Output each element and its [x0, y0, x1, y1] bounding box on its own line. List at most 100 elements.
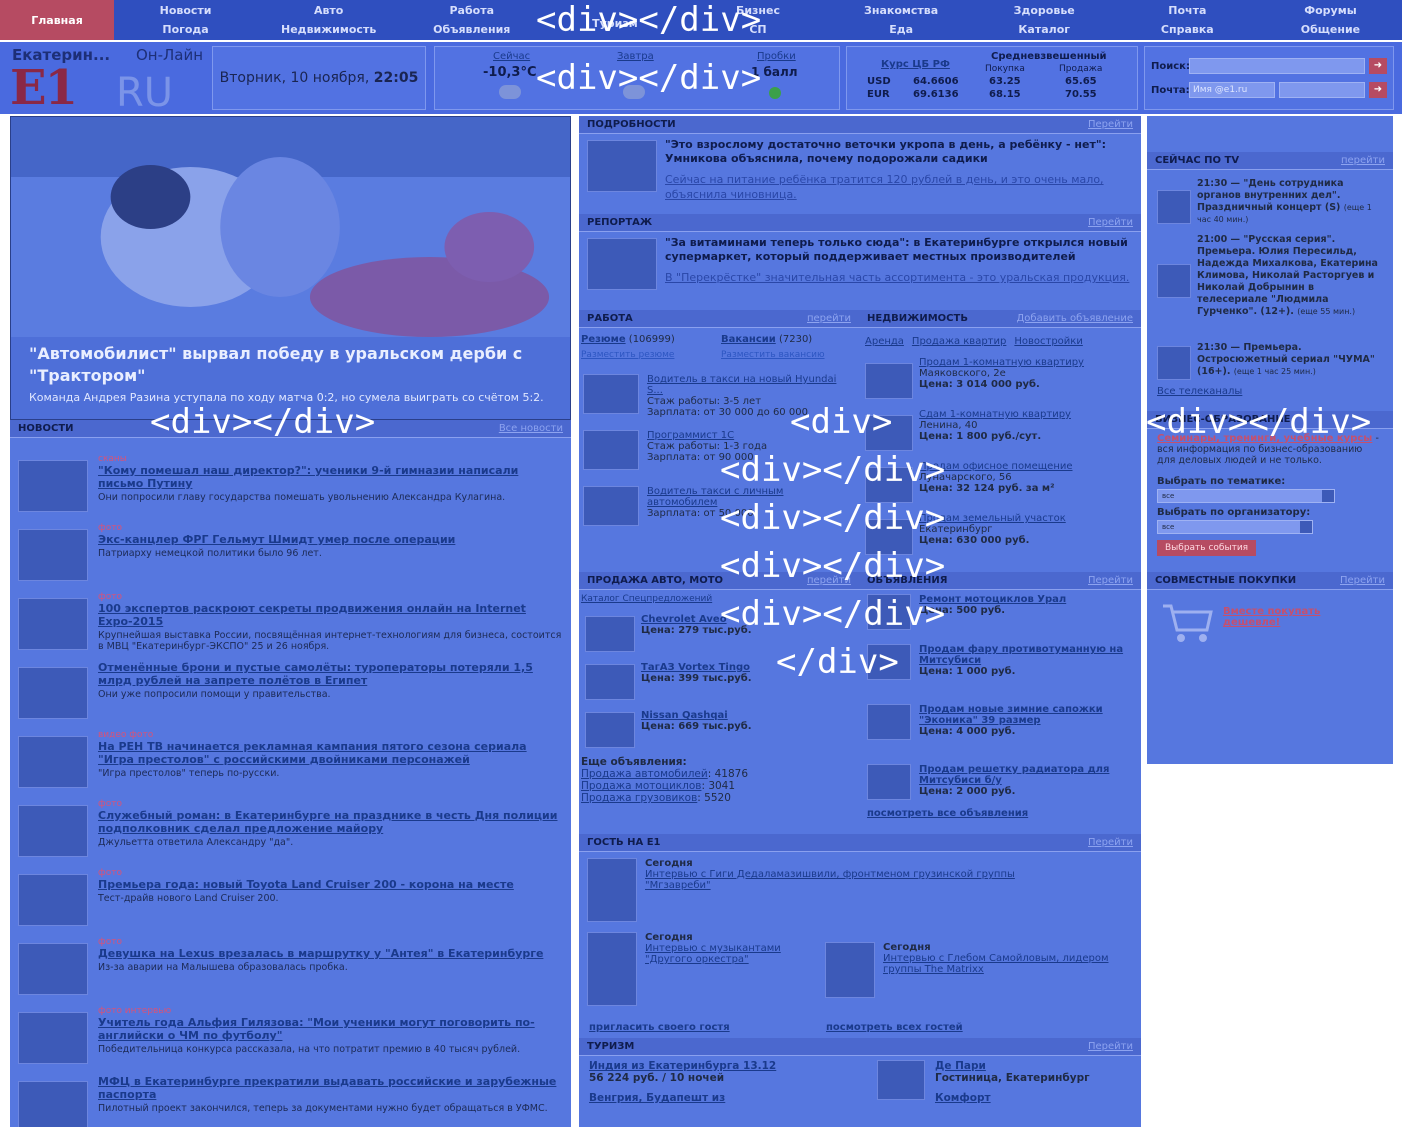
- realty-title[interactable]: Сдам 1-комнатную квартиру: [919, 409, 1071, 420]
- nav-home[interactable]: Главная: [0, 0, 114, 40]
- ad-item[interactable]: Ремонт мотоциклов Урал Цена: 500 руб.: [859, 590, 1141, 640]
- nav-link[interactable]: Общение: [1301, 23, 1360, 36]
- nav-link[interactable]: Знакомства: [864, 4, 938, 17]
- ad-thumb[interactable]: [867, 704, 911, 740]
- ad-thumb[interactable]: [867, 644, 911, 680]
- tv-item[interactable]: 21:30 — Премьера. Остросюжетный сериал "…: [1157, 342, 1383, 386]
- guest-item[interactable]: Сегодня Интервью с музыкантами "Другого о…: [587, 932, 815, 1006]
- nav-link[interactable]: Еда: [889, 23, 913, 36]
- job-title[interactable]: Водитель в такси на новый Hyundai S...: [647, 374, 855, 396]
- nav-link[interactable]: Авто: [314, 4, 343, 17]
- nav-link[interactable]: Погода: [162, 23, 208, 36]
- hotel-next[interactable]: Комфорт: [935, 1092, 1135, 1104]
- guest-text[interactable]: Интервью с Гиги Дедаламазишвили, фронтме…: [645, 869, 1075, 891]
- site-logo[interactable]: Екатерин... Он-Лайн E1 RU: [6, 44, 206, 116]
- tv-more-link[interactable]: перейти: [1341, 155, 1385, 166]
- nav-link[interactable]: Каталог: [1018, 23, 1070, 36]
- report-more-link[interactable]: Перейти: [1088, 217, 1133, 228]
- ad-title[interactable]: Продам фару противотуманную на Митсубиси: [919, 644, 1133, 666]
- realty-item[interactable]: Сдам 1-комнатную квартиру Ленина, 40 Цена:…: [859, 407, 1141, 459]
- car-name[interactable]: Nissan Qashqai: [641, 710, 752, 721]
- realty-add-link[interactable]: Добавить объявление: [1016, 313, 1133, 324]
- details-more-link[interactable]: Перейти: [1088, 119, 1133, 130]
- ad-title[interactable]: Продам новые зимние сапожки "Эконика" 39…: [919, 704, 1133, 726]
- ad-item[interactable]: Продам решетку радиатора для Митсубиси б…: [859, 760, 1141, 808]
- news-item[interactable]: фото Девушка на Lexus врезалась в маршрут…: [10, 937, 571, 1006]
- nav-link[interactable]: Форумы: [1304, 4, 1356, 17]
- news-title[interactable]: Премьера года: новый Toyota Land Cruiser…: [98, 878, 514, 891]
- nav-link[interactable]: Недвижимость: [281, 23, 376, 36]
- joint-purchase-link[interactable]: Вместе покупать дешевле!: [1223, 606, 1381, 644]
- guest-text[interactable]: Интервью с музыкантами "Другого оркестра…: [645, 943, 815, 965]
- news-title[interactable]: Учитель года Альфия Гилязова: "Мои учени…: [98, 1016, 563, 1042]
- car-item[interactable]: Nissan Qashqai Цена: 669 тыс.руб.: [579, 704, 859, 752]
- job-title[interactable]: Программист 1С: [647, 430, 767, 441]
- guest-photo[interactable]: [587, 932, 637, 1006]
- all-news-link[interactable]: Все новости: [499, 423, 563, 434]
- details-item[interactable]: "Это взрослому достаточно веточки укропа…: [579, 134, 1141, 214]
- realty-thumb[interactable]: [865, 363, 913, 399]
- job-title[interactable]: Водитель такси с личным автомобилем: [647, 486, 855, 508]
- mail-password-input[interactable]: [1279, 82, 1365, 98]
- auto-more-link[interactable]: Продажа мотоциклов: [581, 780, 701, 792]
- guest-item[interactable]: Сегодня Интервью с Глебом Самойловым, лид…: [825, 942, 1113, 998]
- tour-next[interactable]: Венгрия, Будапешт из: [589, 1092, 789, 1104]
- news-thumb[interactable]: [18, 460, 88, 512]
- business-courses-link[interactable]: Семинары, тренинги, учебные курсы: [1157, 433, 1372, 444]
- channel-logo[interactable]: [1157, 190, 1191, 224]
- traffic-link[interactable]: Пробки: [757, 51, 796, 62]
- tv-item[interactable]: 21:00 — "Русская серия". Премьера. Юлия …: [1157, 234, 1383, 342]
- resume-link[interactable]: Резюме: [581, 334, 626, 345]
- news-thumb[interactable]: [18, 529, 88, 581]
- car-item[interactable]: Chevrolet Aveo Цена: 279 тыс.руб.: [579, 608, 859, 656]
- tourism-more-link[interactable]: Перейти: [1088, 1041, 1133, 1052]
- realty-thumb[interactable]: [865, 415, 913, 451]
- tour-title[interactable]: Индия из Екатеринбурга 13.12: [589, 1060, 789, 1072]
- auto-more-link[interactable]: Продажа автомобилей: [581, 768, 708, 780]
- hero-story[interactable]: "Автомобилист" вырвал победу в уральском…: [10, 116, 571, 420]
- all-ads-link[interactable]: посмотреть все объявления: [859, 808, 1141, 819]
- news-item[interactable]: сканы "Кому помешал наш директор?": учени…: [10, 454, 571, 523]
- car-thumb[interactable]: [585, 712, 635, 748]
- ad-item[interactable]: Продам фару противотуманную на Митсубиси…: [859, 640, 1141, 700]
- report-item[interactable]: "За витаминами теперь только сюда": в Ек…: [579, 232, 1141, 310]
- ad-thumb[interactable]: [867, 594, 911, 630]
- news-thumb[interactable]: [18, 736, 88, 788]
- ad-title[interactable]: Продам решетку радиатора для Митсубиси б…: [919, 764, 1133, 786]
- news-title[interactable]: Экс-канцлер ФРГ Гельмут Шмидт умер после…: [98, 533, 455, 546]
- car-name[interactable]: ТагАЗ Vortex Tingo: [641, 662, 752, 673]
- news-item[interactable]: МФЦ в Екатеринбурге прекратили выдавать …: [10, 1075, 571, 1127]
- ad-thumb[interactable]: [867, 764, 911, 800]
- realty-item[interactable]: Продам офисное помещение Луначарского, 56…: [859, 459, 1141, 511]
- car-thumb[interactable]: [585, 616, 635, 652]
- all-guests-link[interactable]: посмотреть всех гостей: [826, 1022, 963, 1033]
- invite-guest-link[interactable]: пригласить своего гостя: [589, 1022, 730, 1033]
- news-title[interactable]: Отменённые брони и пустые самолёты: туро…: [98, 661, 563, 687]
- guest-photo[interactable]: [825, 942, 875, 998]
- hotel-thumb[interactable]: [877, 1060, 925, 1100]
- car-item[interactable]: ТагАЗ Vortex Tingo Цена: 399 тыс.руб.: [579, 656, 859, 704]
- news-thumb[interactable]: [18, 1081, 88, 1127]
- realty-title[interactable]: Продам земельный участок: [919, 513, 1066, 524]
- report-title[interactable]: "За витаминами теперь только сюда": в Ек…: [665, 236, 1133, 264]
- job-item[interactable]: Водитель такси с личным автомобилем Зарпл…: [579, 480, 859, 536]
- cb-rate-link[interactable]: Курс ЦБ РФ: [881, 59, 950, 70]
- nav-link[interactable]: Объявления: [433, 23, 510, 36]
- vacancies-link[interactable]: Вакансии: [721, 334, 776, 345]
- news-item[interactable]: фото 100 экспертов раскроют секреты продв…: [10, 592, 571, 661]
- post-vacancy-link[interactable]: Разместить вакансию: [721, 350, 825, 360]
- car-thumb[interactable]: [585, 664, 635, 700]
- car-name[interactable]: Chevrolet Aveo: [641, 614, 752, 625]
- news-thumb[interactable]: [18, 943, 88, 995]
- channel-logo[interactable]: [1157, 264, 1191, 298]
- nav-link[interactable]: Здоровье: [1014, 4, 1075, 17]
- details-title[interactable]: "Это взрослому достаточно веточки укропа…: [665, 138, 1133, 166]
- news-item[interactable]: Отменённые брони и пустые самолёты: туро…: [10, 661, 571, 730]
- joint-more-link[interactable]: Перейти: [1340, 575, 1385, 586]
- search-go-button[interactable]: ➜: [1369, 58, 1387, 74]
- nav-link[interactable]: Бизнес: [736, 4, 780, 17]
- choose-events-button[interactable]: Выбрать события: [1157, 540, 1257, 556]
- mail-go-button[interactable]: ➜: [1369, 82, 1387, 98]
- hotel-title[interactable]: Де Пари: [935, 1060, 1135, 1072]
- work-more-link[interactable]: перейти: [807, 313, 851, 324]
